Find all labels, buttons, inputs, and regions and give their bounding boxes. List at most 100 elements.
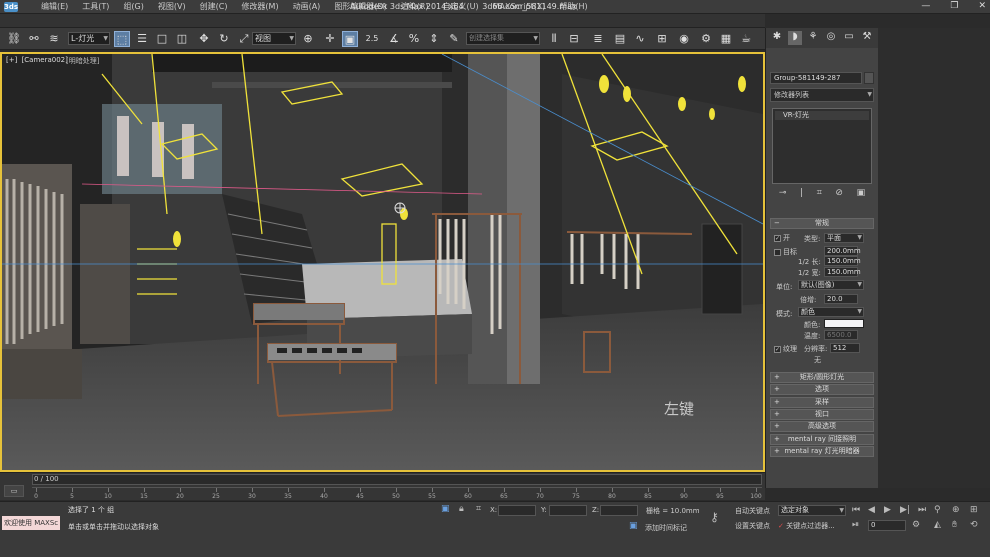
previous-frame-icon[interactable]: ◀ [868, 505, 875, 515]
set-key-button[interactable]: 设置关键点 [735, 521, 770, 531]
isolate-selection-icon[interactable]: ▣ [441, 504, 450, 514]
stack-item-vray-light[interactable]: VR-灯光 [775, 111, 869, 120]
next-frame-icon[interactable]: ▶| [900, 505, 910, 515]
bind-space-warp-icon[interactable]: ≋ [46, 31, 62, 47]
make-unique-icon[interactable]: ⌗ [817, 188, 822, 202]
scale-icon[interactable]: ⤢ [236, 31, 252, 47]
layer-manager-icon[interactable]: ≣ [590, 31, 606, 47]
rollout-header[interactable]: + 选项 [770, 384, 874, 396]
schematic-view-icon[interactable]: ⊞ [654, 31, 670, 47]
display-tab-icon[interactable]: ▭ [842, 31, 856, 45]
texture-map-button[interactable]: 无 [814, 355, 821, 365]
pan-icon[interactable]: ✋︎ [952, 520, 957, 530]
rollout-header[interactable]: + mental ray 灯光明暗器 [770, 445, 874, 457]
field-of-view-icon[interactable]: ◭ [934, 520, 941, 530]
menu-item[interactable]: 视图(V) [151, 2, 193, 12]
hierarchy-tab-icon[interactable]: ⚘ [806, 31, 820, 45]
selection-lock-icon[interactable]: 🔒︎ [459, 504, 464, 514]
unlink-icon[interactable]: ⚯ [26, 31, 42, 47]
viewport-camera-label[interactable]: [Camera002] [22, 56, 68, 64]
viewport-menu-plus[interactable]: [+] [6, 56, 17, 64]
time-configuration-icon[interactable]: ⚙ [912, 520, 920, 530]
mirror-icon[interactable]: ⫴ [546, 31, 562, 47]
general-rollout-header[interactable]: − 常规 [770, 218, 874, 229]
viewport-label[interactable]: [+] [Camera002] [6, 56, 70, 64]
select-manipulate-icon[interactable]: ✛ [322, 31, 338, 47]
pin-stack-icon[interactable]: ⊸ [779, 188, 787, 202]
snaps-toggle-icon[interactable]: 2.5 [364, 31, 380, 47]
reference-coordinate-dropdown[interactable]: 视图 ▼ [252, 32, 296, 45]
create-tab-icon[interactable]: ✱ [770, 31, 784, 45]
configure-modifier-sets-icon[interactable]: ▣ [857, 188, 866, 202]
rollout-header[interactable]: + 采样 [770, 396, 874, 408]
render-setup-icon[interactable]: ⚙ [698, 31, 714, 47]
material-editor-icon[interactable]: ◉ [676, 31, 692, 47]
z-coordinate-input[interactable] [600, 505, 638, 516]
maxscript-listener[interactable]: 欢迎使用 MAXSc [2, 516, 60, 530]
pivot-center-icon[interactable]: ⊕ [300, 31, 316, 47]
temperature-input[interactable]: 6500.0 [824, 330, 858, 340]
curve-editor-icon[interactable]: ∿ [632, 31, 648, 47]
y-coordinate-input[interactable] [549, 505, 587, 516]
resolution-input[interactable]: 512 [830, 343, 860, 353]
object-name-field[interactable]: Group-581149-287 [770, 72, 862, 84]
half-length-input[interactable]: 150.0mm [824, 256, 861, 266]
selected-object-dropdown[interactable]: 选定对象 ▼ [778, 505, 846, 516]
zoom-icon[interactable]: ⚲ [934, 505, 941, 515]
object-color-swatch[interactable] [864, 72, 874, 84]
zoom-all-icon[interactable]: ⊕ [952, 505, 960, 515]
add-time-tag-button[interactable]: 添加时间标记 [645, 523, 687, 533]
show-end-result-icon[interactable]: | [800, 188, 803, 202]
target-checkbox[interactable]: 目标 [774, 247, 797, 257]
rollout-header[interactable]: + 高级选项 [770, 421, 874, 433]
window-crossing-icon[interactable]: ◫ [174, 31, 190, 47]
timeline-ruler[interactable]: 0 5 10 15 20 25 30 35 40 45 50 55 60 65 70 75 80 85 90 95 10… [32, 487, 762, 500]
mode-dropdown[interactable]: 颜色 ▼ [798, 307, 864, 317]
align-icon[interactable]: ⊟ [566, 31, 582, 47]
half-width-input[interactable]: 150.0mm [824, 267, 861, 277]
rotate-icon[interactable]: ↻ [216, 31, 232, 47]
x-coordinate-input[interactable] [498, 505, 536, 516]
rollout-header[interactable]: + 矩形/圆形灯光 [770, 372, 874, 383]
time-tag-icon[interactable]: ▣ [629, 521, 638, 531]
maximize-button[interactable]: ❐ [950, 1, 958, 11]
rollout-header[interactable]: + 视口 [770, 408, 874, 420]
go-to-start-icon[interactable]: ⏮ [852, 505, 860, 515]
go-to-end-icon[interactable]: ⏭ [918, 505, 926, 515]
menu-item[interactable]: 组(G) [116, 2, 150, 12]
texture-checkbox[interactable]: ✓ 纹理 [774, 344, 797, 354]
rendered-frame-window-icon[interactable]: ▦ [718, 31, 734, 47]
camera-viewport[interactable]: [+] [Camera002] [明暗处理] 左键 [0, 52, 765, 472]
keyboard-shortcut-toggle-icon[interactable]: ▣ [342, 31, 358, 47]
target-distance-input[interactable]: 200.0mm [824, 246, 861, 256]
type-dropdown[interactable]: 平面 ▼ [824, 233, 864, 243]
current-frame-input[interactable]: 0 [868, 520, 906, 531]
menu-item[interactable]: 修改器(M) [234, 2, 285, 12]
menu-item[interactable]: 编辑(E) [34, 2, 75, 12]
zoom-extents-icon[interactable]: ⊞ [970, 505, 978, 515]
menu-item[interactable]: 动画(A) [286, 2, 328, 12]
key-mode-icon[interactable]: ⏯ [852, 520, 859, 530]
viewport-shading-label[interactable]: [明暗处理] [66, 56, 99, 66]
multiplier-input[interactable]: 20.0 [824, 294, 858, 304]
key-icon[interactable]: ⚷ [710, 510, 719, 524]
remove-modifier-icon[interactable]: ⊘ [835, 188, 843, 202]
selection-filter-dropdown[interactable]: L-灯光 ▼ [68, 32, 110, 45]
key-filters-button[interactable]: ✓ 关键点过滤器... [778, 521, 835, 531]
spinner-snap-icon[interactable]: ⇕ [426, 31, 442, 47]
edit-named-selection-icon[interactable]: ✎ [446, 31, 462, 47]
play-icon[interactable]: ▶ [884, 505, 891, 515]
minimize-button[interactable]: — [921, 1, 930, 11]
close-button[interactable]: ✕ [978, 1, 986, 11]
motion-tab-icon[interactable]: ◎ [824, 31, 838, 45]
auto-key-button[interactable]: 自动关键点 [735, 506, 770, 516]
mini-curve-editor-button[interactable]: ▭ [4, 485, 24, 497]
modifier-list-dropdown[interactable]: 修改器列表 ▼ [770, 88, 874, 102]
modify-tab-icon[interactable]: ◗ [788, 31, 802, 45]
orbit-icon[interactable]: ⟲ [970, 520, 978, 530]
on-checkbox[interactable]: ✓ 开 [774, 233, 790, 243]
rectangle-selection-icon[interactable]: □ [154, 31, 170, 47]
rollout-header[interactable]: + mental ray 间接照明 [770, 433, 874, 445]
angle-snap-icon[interactable]: ∡ [386, 31, 402, 47]
link-icon[interactable]: ⛓ [6, 31, 22, 47]
